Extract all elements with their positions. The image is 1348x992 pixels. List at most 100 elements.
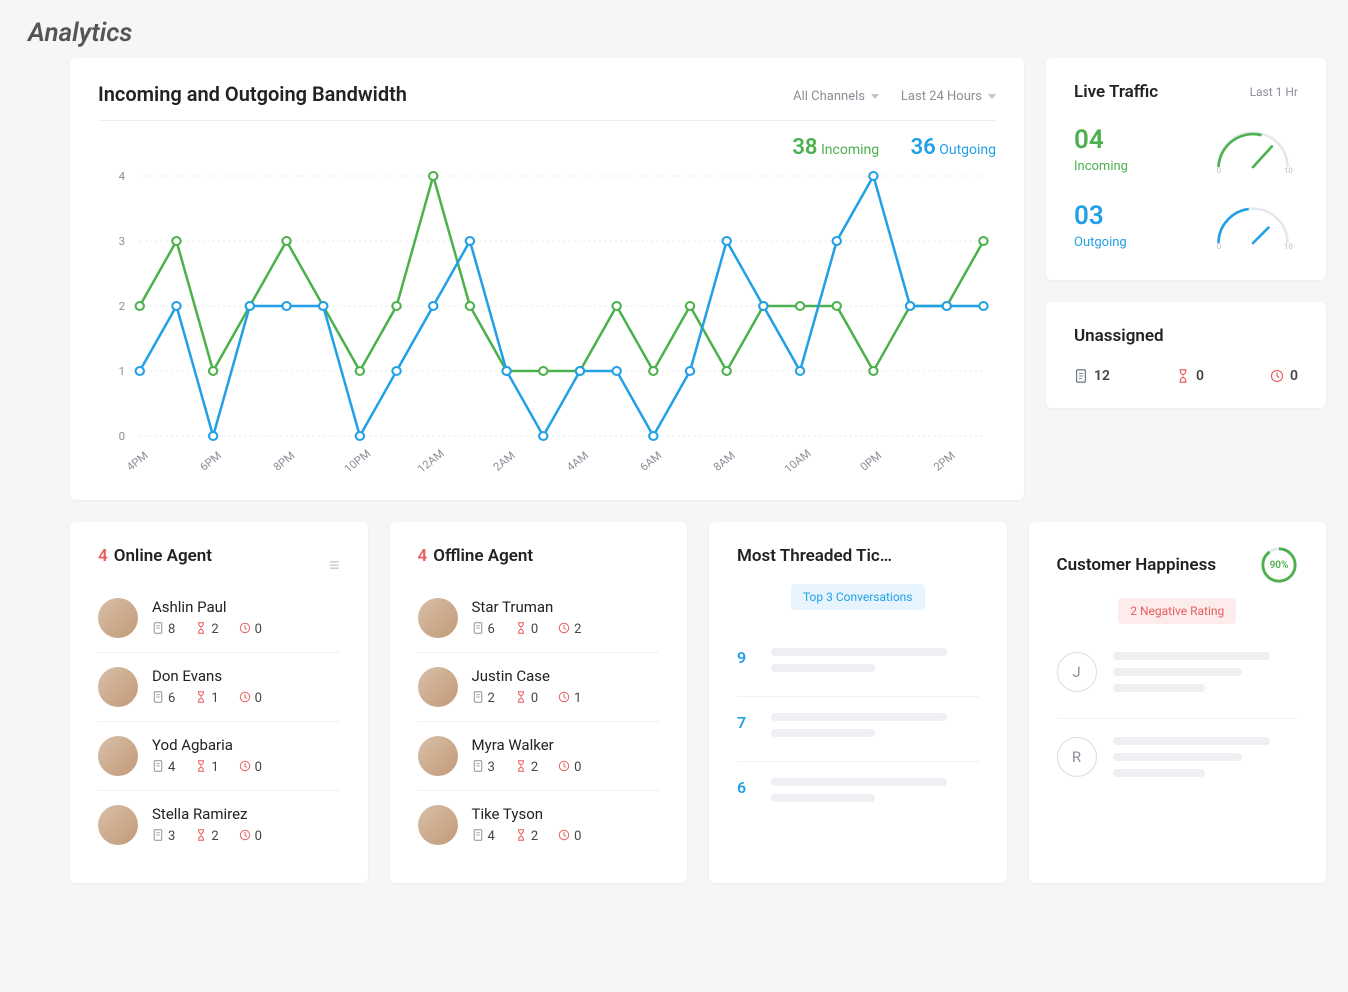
- offline-label: Offline Agent: [433, 546, 533, 566]
- svg-text:0: 0: [1217, 242, 1221, 250]
- svg-text:8PM: 8PM: [271, 449, 298, 473]
- agent-name: Don Evans: [152, 667, 340, 685]
- agent-docs: 6: [152, 691, 175, 706]
- agent-docs: 6: [472, 622, 495, 637]
- hourglass-icon: [1176, 369, 1190, 383]
- agent-hourglass: 0: [515, 691, 538, 706]
- live-incoming-value: 04: [1074, 125, 1128, 155]
- thread-count: 6: [737, 778, 755, 797]
- chevron-down-icon: [988, 94, 996, 99]
- unassigned-hourglass: 0: [1176, 368, 1204, 384]
- agent-hourglass: 2: [515, 760, 538, 775]
- avatar: [418, 736, 458, 776]
- rating-row[interactable]: R: [1057, 719, 1299, 803]
- svg-text:2AM: 2AM: [491, 449, 518, 473]
- agent-row[interactable]: Star Truman 6 0 2: [418, 584, 660, 653]
- chevron-down-icon: [871, 94, 879, 99]
- timerange-dropdown-label: Last 24 Hours: [901, 89, 982, 104]
- bandwidth-card: Incoming and Outgoing Bandwidth All Chan…: [70, 58, 1024, 500]
- agent-name: Ashlin Paul: [152, 598, 340, 616]
- online-count: 4: [98, 546, 108, 566]
- thread-count: 9: [737, 648, 755, 667]
- threaded-pill: Top 3 Conversations: [791, 584, 925, 610]
- thread-row[interactable]: 9: [737, 632, 979, 697]
- rating-row[interactable]: J: [1057, 634, 1299, 719]
- svg-text:0: 0: [1217, 166, 1221, 174]
- agent-docs: 3: [152, 829, 175, 844]
- offline-agents-card: 4 Offline Agent Star Truman 6 0 2 Justin…: [390, 522, 688, 883]
- svg-text:8AM: 8AM: [711, 449, 738, 473]
- agent-docs: 2: [472, 691, 495, 706]
- legend-outgoing-label: Outgoing: [939, 142, 996, 158]
- agent-row[interactable]: Myra Walker 3 2 0: [418, 722, 660, 791]
- svg-text:2PM: 2PM: [931, 449, 958, 473]
- channel-dropdown-label: All Channels: [793, 89, 865, 104]
- menu-icon[interactable]: ≡: [329, 555, 340, 576]
- agent-hourglass: 2: [195, 829, 218, 844]
- svg-text:6PM: 6PM: [197, 449, 224, 473]
- svg-text:3: 3: [119, 235, 125, 248]
- svg-text:10AM: 10AM: [782, 447, 814, 475]
- agent-row[interactable]: Justin Case 2 0 1: [418, 653, 660, 722]
- document-icon: [1074, 369, 1088, 383]
- bandwidth-title: Incoming and Outgoing Bandwidth: [98, 82, 407, 106]
- channel-dropdown[interactable]: All Channels: [793, 89, 879, 104]
- svg-text:4: 4: [119, 170, 126, 183]
- agent-name: Yod Agbaria: [152, 736, 340, 754]
- agent-clock: 0: [558, 760, 581, 775]
- page-heading: Analytics: [0, 0, 1348, 58]
- avatar-initial: R: [1057, 737, 1097, 777]
- happiness-card: Customer Happiness 90% 2 Negative Rating…: [1029, 522, 1327, 883]
- agent-name: Stella Ramirez: [152, 805, 340, 823]
- agent-name: Tike Tyson: [472, 805, 660, 823]
- happiness-title: Customer Happiness: [1057, 555, 1217, 575]
- agent-docs: 8: [152, 622, 175, 637]
- svg-text:6AM: 6AM: [638, 449, 665, 473]
- agent-row[interactable]: Stella Ramirez 3 2 0: [98, 791, 340, 859]
- thread-preview: [771, 778, 979, 810]
- agent-name: Justin Case: [472, 667, 660, 685]
- svg-text:0PM: 0PM: [858, 449, 885, 473]
- avatar: [98, 667, 138, 707]
- thread-row[interactable]: 7: [737, 697, 979, 762]
- online-agents-card: 4 Online Agent ≡ Ashlin Paul 8 2 0 Don E…: [70, 522, 368, 883]
- agent-clock: 1: [558, 691, 581, 706]
- agent-hourglass: 0: [515, 622, 538, 637]
- avatar-initial: J: [1057, 652, 1097, 692]
- agent-docs: 4: [472, 829, 495, 844]
- agent-clock: 0: [239, 760, 262, 775]
- avatar: [418, 667, 458, 707]
- agent-row[interactable]: Tike Tyson 4 2 0: [418, 791, 660, 859]
- unassigned-title: Unassigned: [1074, 326, 1298, 346]
- svg-text:10: 10: [1284, 242, 1293, 250]
- thread-preview: [771, 648, 979, 680]
- svg-text:0: 0: [119, 430, 125, 443]
- live-outgoing-label: Outgoing: [1074, 235, 1127, 250]
- thread-preview: [771, 713, 979, 745]
- svg-text:12AM: 12AM: [415, 447, 447, 475]
- agent-clock: 0: [239, 622, 262, 637]
- online-label: Online Agent: [114, 546, 212, 566]
- avatar: [418, 598, 458, 638]
- thread-row[interactable]: 6: [737, 762, 979, 826]
- legend-outgoing-value: 36: [911, 135, 936, 160]
- live-incoming-label: Incoming: [1074, 159, 1128, 174]
- legend-incoming-label: Incoming: [821, 142, 879, 158]
- agent-docs: 4: [152, 760, 175, 775]
- unassigned-docs: 12: [1074, 368, 1110, 384]
- chart-legend: 38 Incoming 36 Outgoing: [98, 135, 996, 160]
- svg-text:4PM: 4PM: [124, 449, 151, 473]
- agent-hourglass: 1: [195, 691, 218, 706]
- agent-row[interactable]: Yod Agbaria 4 1 0: [98, 722, 340, 791]
- gauge-incoming: 0 10: [1208, 124, 1298, 174]
- thread-count: 7: [737, 713, 755, 732]
- svg-text:2: 2: [119, 300, 125, 313]
- agent-row[interactable]: Ashlin Paul 8 2 0: [98, 584, 340, 653]
- timerange-dropdown[interactable]: Last 24 Hours: [901, 89, 996, 104]
- agent-row[interactable]: Don Evans 6 1 0: [98, 653, 340, 722]
- agent-name: Myra Walker: [472, 736, 660, 754]
- offline-count: 4: [418, 546, 428, 566]
- avatar: [98, 736, 138, 776]
- agent-clock: 0: [239, 829, 262, 844]
- live-traffic-card: Live Traffic Last 1 Hr 04 Incoming 0 10: [1046, 58, 1326, 280]
